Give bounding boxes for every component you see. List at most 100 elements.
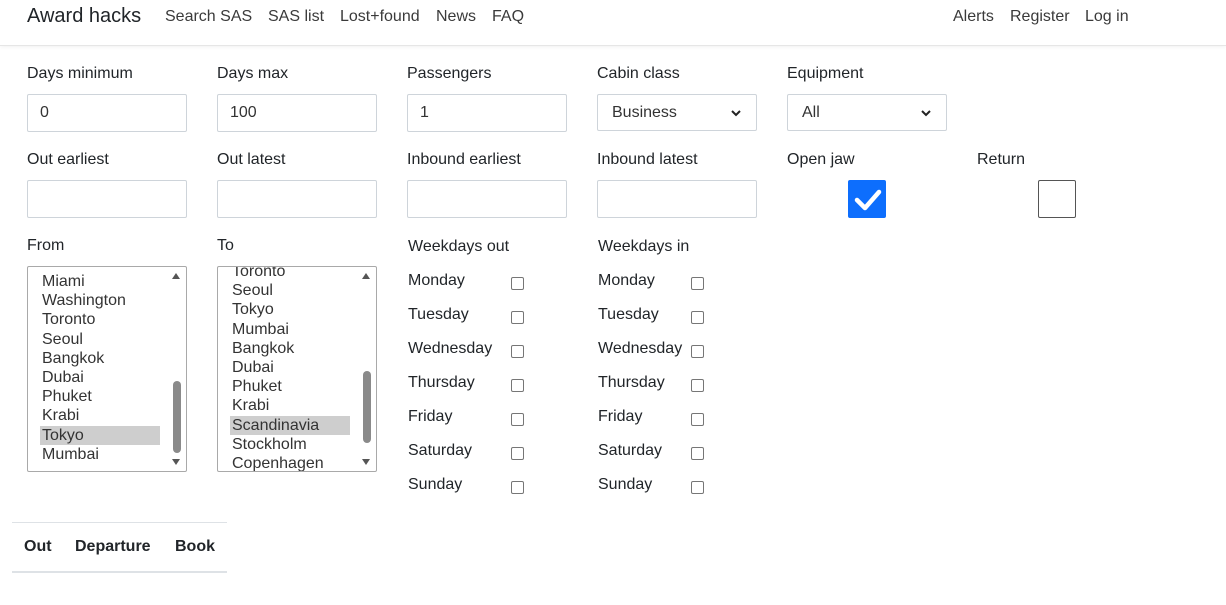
out-latest-input[interactable] [217,180,377,218]
weekdays_in-day-label: Monday [598,272,655,289]
weekdays_out-day-label: Saturday [408,442,473,459]
weekdays_out-day-label: Monday [408,272,465,289]
weekdays_in-day-label: Thursday [598,374,665,391]
to-option[interactable]: Bangkok [230,339,350,358]
return-checkbox[interactable] [1038,180,1076,218]
out-earliest-input[interactable] [27,180,187,218]
open-jaw-label: Open jaw [787,151,855,168]
weekdays_in-day-label: Friday [598,408,643,425]
top-navbar: Award hacks Search SAS SAS list Lost+fou… [0,0,1226,46]
from-scrollbar[interactable] [169,267,185,471]
from-label: From [27,237,65,254]
from-option[interactable]: Dubai [40,368,160,387]
to-option[interactable]: Scandinavia [230,415,350,435]
to-label: To [217,237,234,254]
weekdays_in-checkbox-friday[interactable] [691,413,704,426]
equipment-value: All [802,103,820,121]
from-listbox[interactable]: Mumbai Tokyo Krabi Phuket Dubai Bangkok Seoul T… [27,266,187,472]
days-max-input[interactable] [217,94,377,132]
days-max-label: Days max [217,65,289,82]
weekdays_out-day-label: Tuesday [408,306,469,323]
weekdays_out-checkbox-thursday[interactable] [511,379,524,392]
weekdays_out-day-label: Wednesday [408,340,493,357]
weekdays_in-day-label: Sunday [598,476,653,493]
weekdays_out-checkbox-wednesday[interactable] [511,345,524,358]
column-header-book: Book [175,538,215,555]
from-option[interactable]: Toronto [40,310,160,329]
to-option[interactable]: Tokyo [230,300,350,319]
weekdays_in-checkbox-saturday[interactable] [691,447,704,460]
checkmark-icon [854,189,882,211]
to-listbox[interactable]: Copenhagen Stockholm Scandinavia Krabi Phuke… [217,266,377,472]
days-minimum-input[interactable] [27,94,187,132]
cabin-class-select[interactable]: Business [597,94,757,131]
passengers-input[interactable] [407,94,567,132]
nav-link-sas-list[interactable]: SAS list [268,8,324,26]
chevron-down-icon [731,109,741,116]
from-option[interactable]: Tokyo [40,425,160,445]
passengers-label: Passengers [407,65,492,82]
nav-link-register[interactable]: Register [1010,8,1070,26]
scroll-thumb[interactable] [173,381,181,453]
from-option[interactable]: Washington [40,291,160,310]
weekdays_in-checkbox-wednesday[interactable] [691,345,704,358]
return-label: Return [977,151,1026,168]
nav-link-search-sas[interactable]: Search SAS [165,8,252,26]
inbound-latest-input[interactable] [597,180,757,218]
from-option[interactable]: Bangkok [40,349,160,368]
to-option[interactable]: Toronto [230,267,350,281]
to-scrollbar[interactable] [359,267,375,471]
weekdays_out-day-label: Thursday [408,374,475,391]
days-minimum-label: Days minimum [27,65,133,82]
weekdays_in-day-label: Saturday [598,442,663,459]
to-option[interactable]: Seoul [230,281,350,300]
weekdays_out-checkbox-tuesday[interactable] [511,311,524,324]
cabin-class-value: Business [612,103,677,121]
to-option[interactable]: Copenhagen [230,454,350,471]
nav-link-news[interactable]: News [436,8,476,26]
from-option[interactable]: Phuket [40,387,160,406]
from-option[interactable]: Seoul [40,330,160,349]
out-earliest-label: Out earliest [27,151,109,168]
scroll-thumb[interactable] [363,371,371,443]
scroll-down-arrow-icon[interactable] [172,459,180,465]
weekdays_in-checkbox-tuesday[interactable] [691,311,704,324]
equipment-select[interactable]: All [787,94,947,131]
to-option[interactable]: Mumbai [230,320,350,339]
weekdays_out-checkbox-monday[interactable] [511,277,524,290]
nav-link-faq[interactable]: FAQ [492,8,524,26]
inbound-earliest-input[interactable] [407,180,567,218]
to-option[interactable]: Stockholm [230,435,350,454]
scroll-up-arrow-icon[interactable] [172,273,180,279]
results-table: Out Departure Book [12,522,227,573]
chevron-down-icon [921,109,931,116]
weekdays-in-label: Weekdays in [598,238,690,255]
weekdays_in-checkbox-monday[interactable] [691,277,704,290]
scroll-up-arrow-icon[interactable] [362,273,370,279]
cabin-class-label: Cabin class [597,65,680,82]
weekdays_out-day-label: Friday [408,408,453,425]
to-option[interactable]: Krabi [230,396,350,415]
weekdays_in-day-label: Wednesday [598,340,683,357]
from-option[interactable]: Krabi [40,406,160,425]
to-option[interactable]: Dubai [230,358,350,377]
column-header-departure: Departure [75,538,151,555]
equipment-label: Equipment [787,65,864,82]
from-option[interactable]: Mumbai [40,445,160,464]
weekdays_in-checkbox-thursday[interactable] [691,379,704,392]
inbound-latest-label: Inbound latest [597,151,698,168]
weekdays_out-checkbox-friday[interactable] [511,413,524,426]
weekdays_in-checkbox-sunday[interactable] [691,481,704,494]
from-option[interactable]: Miami [40,272,160,291]
nav-link-login[interactable]: Log in [1085,8,1129,26]
scroll-down-arrow-icon[interactable] [362,459,370,465]
weekdays-out-label: Weekdays out [408,238,510,255]
brand-logo[interactable]: Award hacks [27,5,141,28]
open-jaw-checkbox[interactable] [848,180,886,218]
nav-link-alerts[interactable]: Alerts [953,8,994,26]
weekdays_out-checkbox-saturday[interactable] [511,447,524,460]
weekdays_out-checkbox-sunday[interactable] [511,481,524,494]
weekdays_out-day-label: Sunday [408,476,463,493]
to-option[interactable]: Phuket [230,377,350,396]
nav-link-lost-found[interactable]: Lost+found [340,8,420,26]
